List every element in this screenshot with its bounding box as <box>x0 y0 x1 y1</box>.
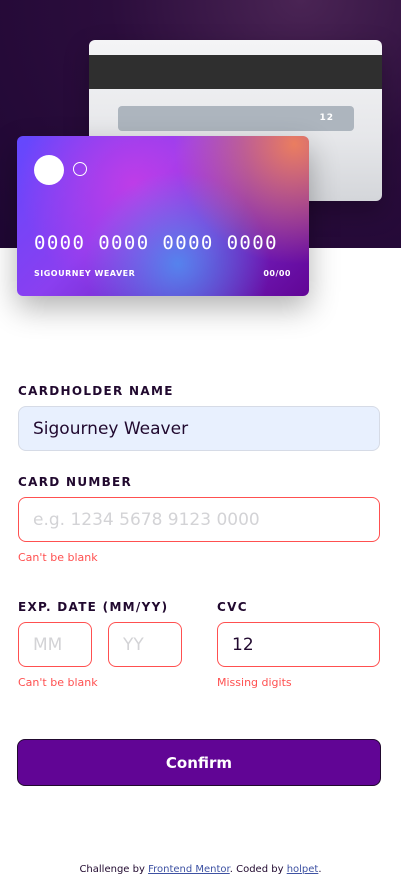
card-number-label: CARD NUMBER <box>18 475 133 489</box>
card-expiry-display: 00/00 <box>263 269 291 278</box>
card-number-display: 0000 0000 0000 0000 <box>34 232 278 254</box>
card-logo-circle-large <box>34 155 64 185</box>
magnetic-stripe <box>89 55 382 89</box>
cvc-label: CVC <box>217 600 248 614</box>
cardholder-name-label: CARDHOLDER NAME <box>18 384 174 398</box>
author-link[interactable]: holpet <box>287 864 319 875</box>
footer-suffix: . <box>318 864 322 875</box>
expiry-date-label: EXP. DATE (MM/YY) <box>18 600 169 614</box>
expiry-inputs <box>18 622 198 667</box>
frontend-mentor-link[interactable]: Frontend Mentor <box>148 864 230 875</box>
footer-prefix: Challenge by <box>79 864 149 875</box>
attribution-footer: Challenge by Frontend Mentor. Coded by h… <box>0 864 401 875</box>
card-logo-circle-small <box>73 162 87 176</box>
expiry-year-input[interactable] <box>108 622 182 667</box>
cvc-field: CVC Missing digits <box>217 600 380 689</box>
cardholder-name-input[interactable] <box>18 406 380 451</box>
card-holder-display: SIGOURNEY WEAVER <box>34 269 136 278</box>
expiry-date-field: EXP. DATE (MM/YY) Can't be blank <box>18 600 198 689</box>
confirm-button[interactable]: Confirm <box>17 739 381 786</box>
card-front: 0000 0000 0000 0000 SIGOURNEY WEAVER 00/… <box>17 136 309 296</box>
signature-strip: 12 <box>118 106 354 131</box>
footer-middle: . Coded by <box>229 864 287 875</box>
cvc-input[interactable] <box>217 622 380 667</box>
expiry-date-error: Can't be blank <box>18 676 98 689</box>
card-number-error: Can't be blank <box>18 551 98 564</box>
card-number-input[interactable] <box>18 497 380 542</box>
card-number-field: CARD NUMBER Can't be blank <box>18 475 380 564</box>
expiry-month-input[interactable] <box>18 622 92 667</box>
cardholder-name-field: CARDHOLDER NAME <box>18 384 380 451</box>
card-back-cvc: 12 <box>319 113 334 123</box>
cvc-error: Missing digits <box>217 676 292 689</box>
